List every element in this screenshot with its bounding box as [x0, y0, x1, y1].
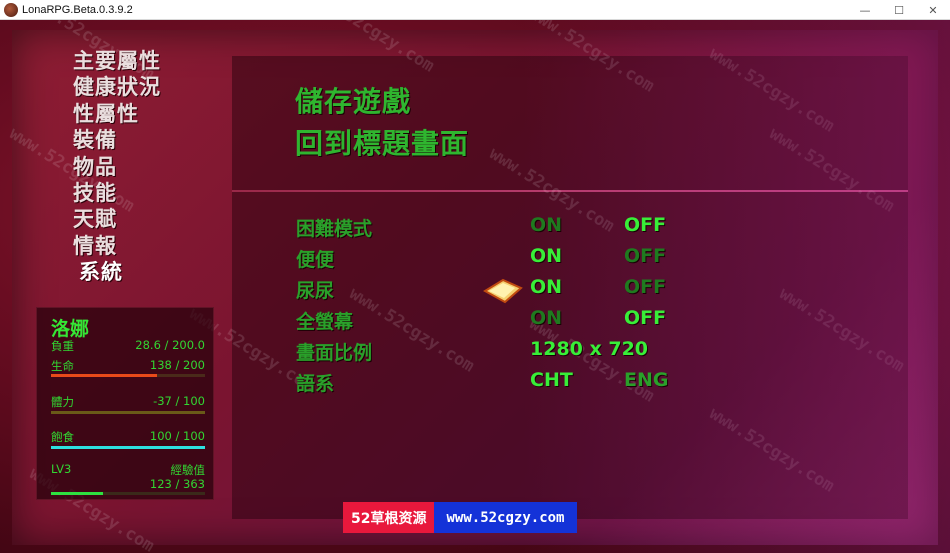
site-banner: 52草根资源 www.52cgzy.com [343, 502, 577, 533]
scat-off-option[interactable]: OFF [624, 245, 666, 267]
banner-site-url[interactable]: www.52cgzy.com [434, 502, 577, 533]
urine-on-option[interactable]: ON [530, 276, 562, 298]
food-row: 飽食 100 / 100 [51, 429, 205, 444]
save-game-option[interactable]: 儲存遊戲 [295, 80, 411, 120]
weight-value: 28.6 / 200.0 [135, 338, 205, 352]
menu-item-sex-attributes[interactable]: 性屬性 [73, 101, 161, 127]
food-bar-fill [51, 446, 205, 449]
fullscreen-on-option[interactable]: ON [530, 307, 562, 329]
level-row: LV3 經驗值 [51, 462, 206, 477]
urine-off-option[interactable]: OFF [624, 276, 666, 298]
resolution-label: 畫面比例 [296, 342, 373, 364]
language-label: 語系 [296, 373, 335, 395]
banner-site-name[interactable]: 52草根资源 [343, 502, 435, 533]
stamina-value: -37 / 100 [153, 394, 205, 408]
urine-label: 尿尿 [296, 280, 335, 302]
difficulty-off-option[interactable]: OFF [624, 214, 666, 236]
app-icon [4, 2, 18, 17]
language-eng-option[interactable]: ENG [624, 369, 668, 391]
menu-item-attributes[interactable]: 主要屬性 [73, 48, 161, 74]
menu-item-skills[interactable]: 技能 [73, 180, 161, 206]
exp-bar [51, 492, 205, 495]
level-label: LV3 [51, 462, 72, 476]
return-to-title-option[interactable]: 回到標題畫面 [295, 122, 469, 162]
difficulty-label: 困難模式 [296, 218, 373, 240]
window-controls: — ☐ ✕ [848, 0, 950, 20]
character-name: 洛娜 [51, 318, 90, 340]
health-label: 生命 [51, 359, 74, 373]
close-button[interactable]: ✕ [916, 0, 950, 20]
stamina-label: 體力 [51, 395, 74, 409]
menu-item-traits[interactable]: 天賦 [73, 206, 161, 232]
stamina-row: 體力 -37 / 100 [51, 394, 205, 409]
exp-bar-fill [51, 492, 104, 495]
health-bar-fill [51, 374, 158, 377]
fullscreen-label: 全螢幕 [296, 311, 354, 333]
resolution-value[interactable]: 1280 x 720 [530, 338, 648, 360]
weight-label: 負重 [51, 339, 74, 353]
food-label: 飽食 [51, 430, 74, 444]
stamina-bar [51, 411, 205, 414]
difficulty-on-option[interactable]: ON [530, 214, 562, 236]
menu-item-health[interactable]: 健康狀況 [73, 74, 161, 100]
weight-row: 負重 28.6 / 200.0 [51, 338, 205, 353]
language-cht-option[interactable]: CHT [530, 369, 573, 391]
health-value: 138 / 200 [149, 358, 205, 372]
health-bar [51, 374, 205, 377]
food-bar [51, 446, 205, 449]
window-title: LonaRPG.Beta.0.3.9.2 [22, 3, 133, 16]
fullscreen-off-option[interactable]: OFF [624, 307, 666, 329]
exp-label: 經驗值 [170, 463, 206, 477]
selection-cursor-icon [483, 278, 523, 304]
menu-item-info[interactable]: 情報 [73, 233, 161, 259]
window-titlebar: LonaRPG.Beta.0.3.9.2 — ☐ ✕ [0, 0, 950, 20]
scat-label: 便便 [296, 249, 335, 271]
exp-value: 123 / 363 [149, 477, 205, 491]
scat-on-option[interactable]: ON [530, 245, 562, 267]
menu-item-equipment[interactable]: 裝備 [73, 127, 161, 153]
main-menu: 主要屬性 健康狀況 性屬性 裝備 物品 技能 天賦 情報 系統 [73, 48, 161, 286]
health-row: 生命 138 / 200 [51, 358, 205, 373]
maximize-button[interactable]: ☐ [882, 0, 916, 20]
minimize-button[interactable]: — [848, 0, 882, 20]
menu-item-items[interactable]: 物品 [73, 154, 161, 180]
menu-item-system[interactable]: 系統 [73, 259, 161, 285]
character-status-panel: 洛娜 負重 28.6 / 200.0 生命 138 / 200 體力 -37 /… [36, 307, 214, 500]
exp-row: 123 / 363 [51, 477, 205, 491]
food-value: 100 / 100 [149, 429, 205, 443]
